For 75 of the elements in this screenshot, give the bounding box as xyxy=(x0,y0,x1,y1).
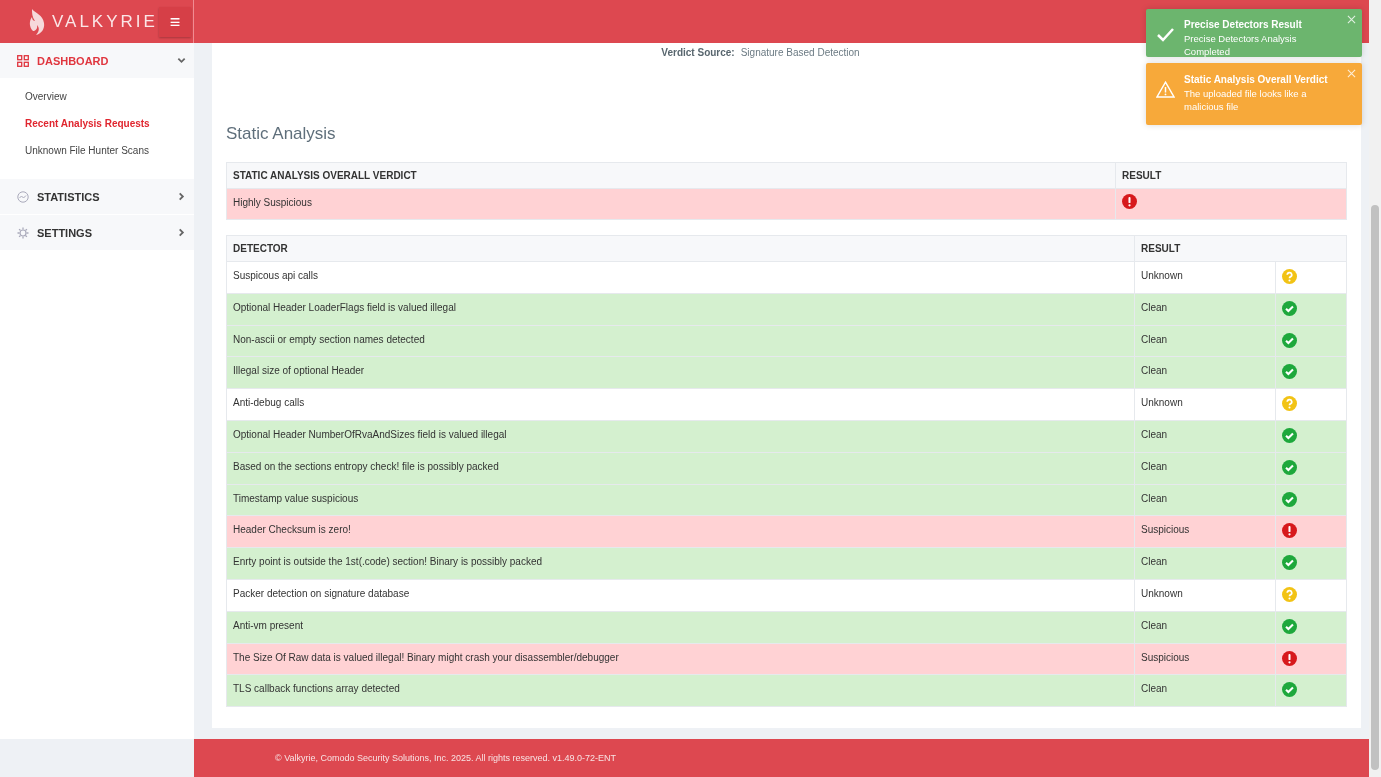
check-icon xyxy=(1282,555,1297,571)
sidebar-link[interactable]: Unknown File Hunter Scans xyxy=(0,138,194,165)
table-cell: Clean xyxy=(1134,293,1276,326)
warning-icon xyxy=(1156,81,1175,98)
table-cell: Highly Suspicious xyxy=(226,188,1116,220)
check-icon xyxy=(1282,491,1297,507)
table-cell: Clean xyxy=(1134,420,1276,453)
table-cell: Optional Header NumberOfRvaAndSizes field is valued illegal xyxy=(226,420,1135,453)
table-cell: Non-ascii or empty section names detected xyxy=(226,325,1135,357)
table-cell: Clean xyxy=(1134,547,1276,580)
table-cell: Packer detection on signature database xyxy=(226,579,1135,612)
check-icon xyxy=(1282,618,1297,634)
gauge-icon xyxy=(17,190,29,203)
table-cell: Unknown xyxy=(1134,261,1276,294)
alert-icon xyxy=(1282,650,1297,666)
toast-message: The uploaded file looks like a malicious file xyxy=(1184,87,1308,113)
chevron-right-icon xyxy=(177,192,186,201)
field-label: Verdict Source: xyxy=(661,47,735,58)
table-cell: Suspicious xyxy=(1134,515,1276,548)
sidebar-item[interactable]: SETTINGS xyxy=(0,215,194,250)
table-cell: Unknown xyxy=(1134,579,1276,612)
toast-title: Precise Detectors Result xyxy=(1184,19,1303,30)
menu-button[interactable]: ≡ xyxy=(159,7,191,37)
question-icon xyxy=(1282,396,1297,412)
column-header: DETECTOR xyxy=(226,235,1135,262)
table-cell: Clean xyxy=(1134,325,1276,357)
table-cell: Unknown xyxy=(1134,388,1276,421)
scrollbar[interactable] xyxy=(1369,0,1381,777)
table-cell: Anti-debug calls xyxy=(226,388,1135,421)
close-icon[interactable] xyxy=(1347,15,1356,24)
table-cell: Illegal size of optional Header xyxy=(226,356,1135,389)
check-icon xyxy=(1282,364,1297,380)
table-cell: Enrty point is outside the 1st(.code) section! Binary is possibly packed xyxy=(226,547,1135,580)
sidebar-item[interactable]: STATISTICS xyxy=(0,179,194,214)
sidebar-link[interactable]: Overview xyxy=(0,84,194,111)
grid-icon xyxy=(17,54,29,67)
sidebar-item[interactable]: DASHBOARD xyxy=(0,43,194,78)
table-cell: Timestamp value suspicious xyxy=(226,484,1135,516)
table-cell: Optional Header LoaderFlags field is valued illegal xyxy=(226,293,1135,326)
toast-message: Precise Detectors Analysis Completed xyxy=(1184,32,1298,58)
table-cell: Clean xyxy=(1134,356,1276,389)
column-header: RESULT xyxy=(1134,235,1347,262)
copyright-text: © Valkyrie, Comodo Security Solutions, Inc. 2025. All rights reserved. v1.49.0-72-ENT xyxy=(275,753,617,763)
table-cell: Suspicous api calls xyxy=(226,261,1135,294)
table-cell: Clean xyxy=(1134,611,1276,644)
chevron-down-icon xyxy=(177,56,186,65)
sidebar-link[interactable]: Recent Analysis Requests xyxy=(0,111,194,138)
field-value: Signature Based Detection xyxy=(740,47,860,58)
section-title: Static Analysis xyxy=(226,124,337,144)
table-cell: The Size Of Raw data is valued illegal! Binary might crash your disassembler/debugger xyxy=(226,643,1135,675)
column-header: RESULT xyxy=(1115,162,1347,189)
gear-icon xyxy=(17,226,29,239)
table-cell: Based on the sections entropy check! file is possibly packed xyxy=(226,452,1135,485)
alert-icon xyxy=(1122,194,1137,209)
table-cell: Clean xyxy=(1134,674,1276,707)
question-icon xyxy=(1282,586,1297,602)
table-cell: Clean xyxy=(1134,452,1276,485)
toast-title: Static Analysis Overall Verdict xyxy=(1184,74,1329,85)
table-cell: Header Checksum is zero! xyxy=(226,515,1135,548)
close-icon[interactable] xyxy=(1347,69,1356,78)
table-cell: TLS callback functions array detected xyxy=(226,674,1135,707)
column-header: STATIC ANALYSIS OVERALL VERDICT xyxy=(226,162,1116,189)
question-icon xyxy=(1282,269,1297,284)
check-icon xyxy=(1282,459,1297,475)
check-icon xyxy=(1282,428,1297,443)
check-icon xyxy=(1156,26,1175,43)
logo-text: VALKYRIE xyxy=(52,11,158,32)
alert-icon xyxy=(1282,523,1297,539)
table-cell: Anti-vm present xyxy=(226,611,1135,644)
check-icon xyxy=(1282,682,1297,698)
check-icon xyxy=(1282,332,1297,348)
chevron-right-icon xyxy=(177,228,186,237)
table-cell: Suspicious xyxy=(1134,643,1276,675)
check-icon xyxy=(1282,300,1297,316)
table-cell: Clean xyxy=(1134,484,1276,516)
